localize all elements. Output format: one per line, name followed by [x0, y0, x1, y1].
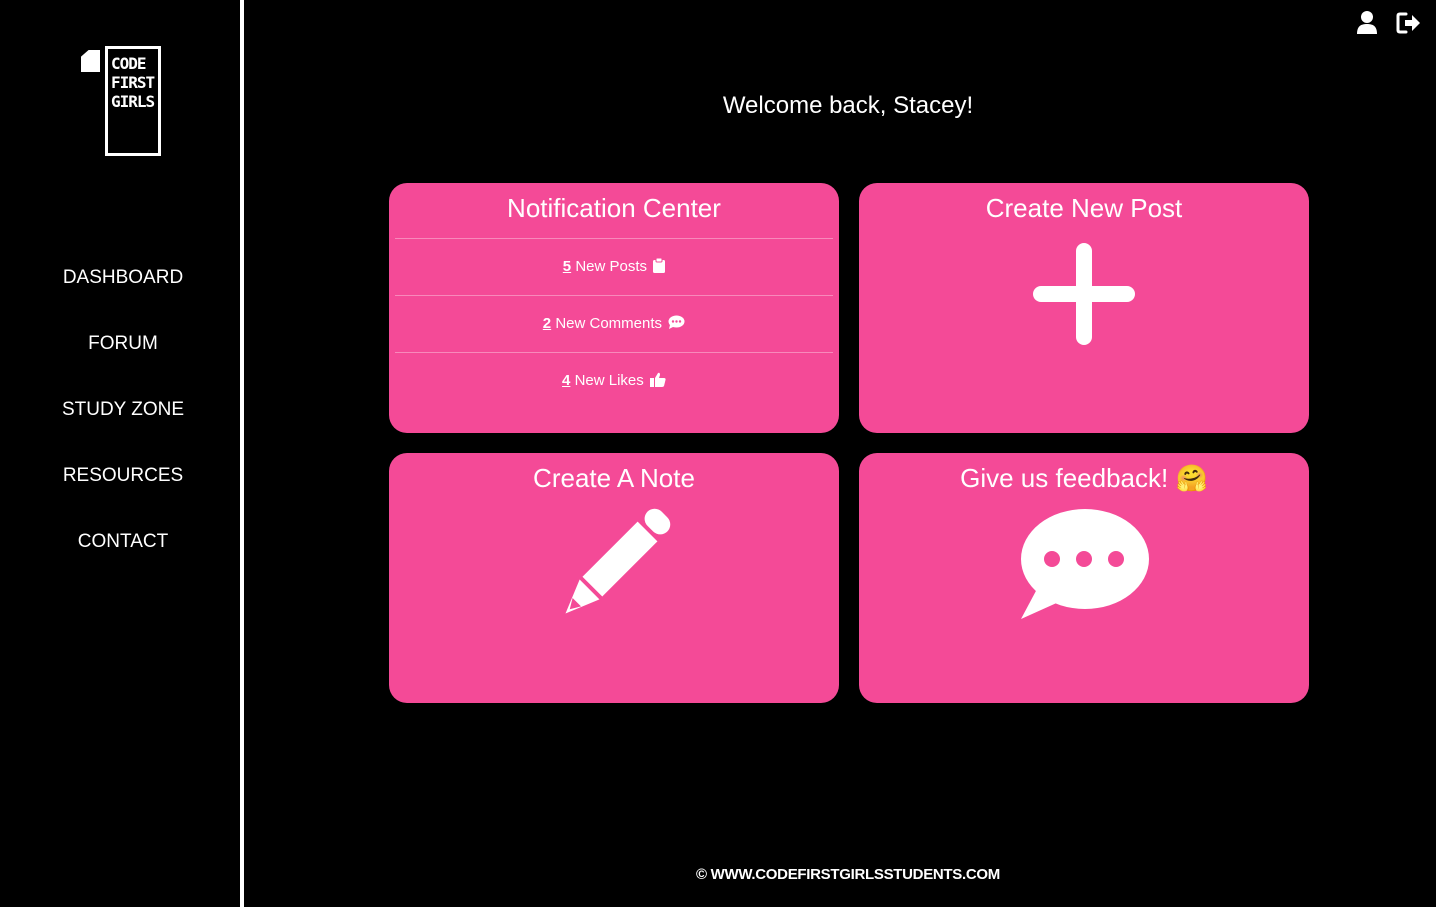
welcome-message: Welcome back, Stacey!: [722, 92, 974, 119]
card-title: Give us feedback! 🤗: [859, 459, 1309, 497]
footer-copyright: © WWW.CODEFIRSTGIRLSSTUDENTS.COM: [696, 866, 1000, 883]
sidebar-item-resources[interactable]: RESOURCES: [0, 454, 246, 520]
sign-out-icon[interactable]: [1396, 10, 1422, 38]
notification-new-likes[interactable]: 4 New Likes: [395, 352, 833, 409]
card-title: Notification Center: [507, 193, 721, 223]
notification-new-posts[interactable]: 5 New Posts: [395, 238, 833, 295]
notification-center-card: Notification Center 5 New Posts 2 New Co…: [389, 183, 839, 433]
notification-new-comments[interactable]: 2 New Comments: [395, 295, 833, 352]
new-likes-label: New Likes: [574, 372, 644, 389]
create-note-card[interactable]: Create A Note: [389, 453, 839, 703]
plus-icon: [1033, 243, 1135, 345]
logo-flag-icon: [81, 50, 100, 72]
sidebar-item-forum[interactable]: FORUM: [0, 322, 246, 388]
sidebar: CODE FIRST GIRLS DASHBOARD FORUM STUDY Z…: [0, 0, 240, 907]
comment-dots-icon: [668, 315, 685, 329]
clipboard-icon: [653, 257, 666, 273]
logo-text: CODE FIRST GIRLS: [111, 54, 155, 111]
feedback-title: Give us feedback!: [960, 463, 1169, 493]
card-title: Create A Note: [533, 463, 695, 493]
create-new-post-card[interactable]: Create New Post: [859, 183, 1309, 433]
header-actions: [1356, 10, 1436, 38]
sidebar-divider: [240, 0, 244, 907]
new-posts-label: New Posts: [575, 258, 648, 275]
new-comments-label: New Comments: [555, 315, 663, 332]
new-comments-count: 2: [542, 315, 552, 332]
user-icon[interactable]: [1356, 10, 1382, 38]
code-first-girls-logo[interactable]: CODE FIRST GIRLS: [80, 44, 166, 162]
pencil-icon: [565, 508, 671, 614]
sidebar-nav: DASHBOARD FORUM STUDY ZONE RESOURCES CON…: [0, 256, 246, 586]
feedback-card[interactable]: Give us feedback! 🤗: [859, 453, 1309, 703]
thumbs-up-icon: [649, 372, 666, 387]
card-title: Create New Post: [985, 193, 1183, 223]
sidebar-item-contact[interactable]: CONTACT: [0, 520, 246, 586]
new-posts-count: 5: [562, 258, 572, 275]
sidebar-item-dashboard[interactable]: DASHBOARD: [0, 256, 246, 322]
comment-dots-icon: [1021, 509, 1149, 619]
hugging-face-emoji: 🤗: [1175, 463, 1208, 493]
sidebar-item-study-zone[interactable]: STUDY ZONE: [0, 388, 246, 454]
new-likes-count: 4: [562, 372, 571, 389]
